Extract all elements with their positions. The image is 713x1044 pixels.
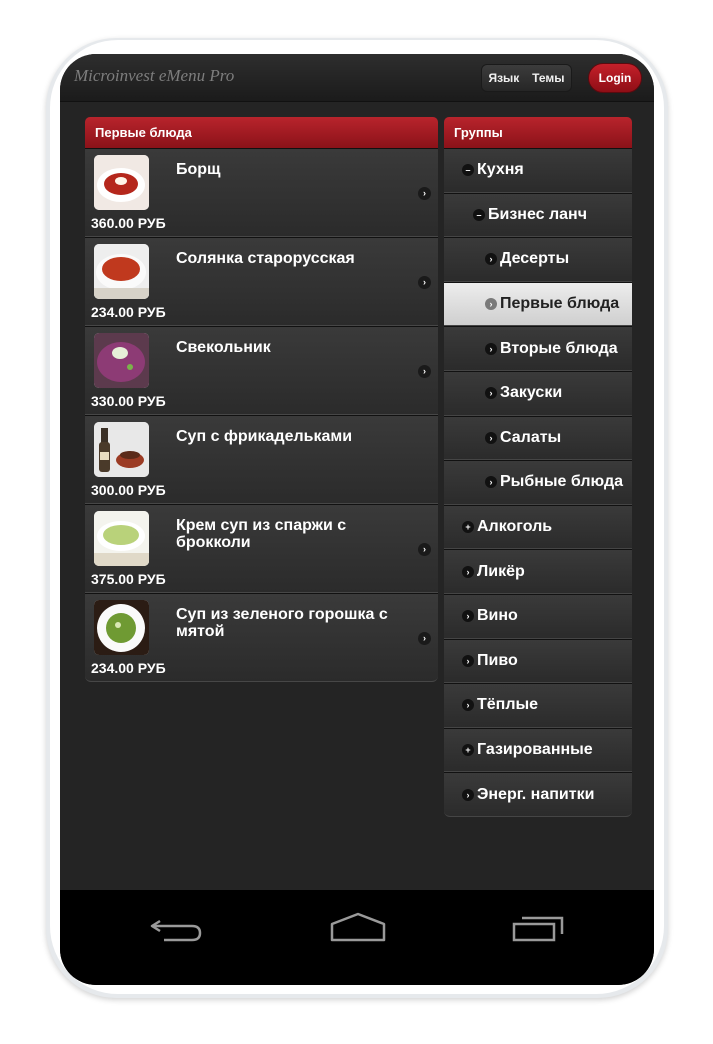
group-label: Закуски <box>500 384 563 402</box>
groups-panel: Группы – Кухня – Бизнес ланч › Десерты ›… <box>444 117 632 817</box>
dishes-panel: Первые блюда Борщ 360.00 РУБ › Солянка с… <box>85 117 438 682</box>
chevron-right-icon: › <box>418 187 431 200</box>
chevron-right-icon: › <box>485 253 497 266</box>
chevron-right-icon: › <box>462 565 474 578</box>
chevron-right-icon: › <box>485 342 497 355</box>
asparagus-soup-thumbnail <box>94 511 149 566</box>
dish-item[interactable]: Суп из зеленого горошка с мятой 234.00 Р… <box>85 593 438 682</box>
login-button[interactable]: Login <box>588 63 642 93</box>
group-item-fish-dishes[interactable]: › Рыбные блюда <box>444 460 632 505</box>
minus-icon: – <box>462 164 474 177</box>
group-label: Вторые блюда <box>500 339 618 357</box>
app-title: Microinvest eMenu Pro <box>74 66 235 85</box>
group-label: Энерг. напитки <box>477 785 595 803</box>
group-item-energy-drinks[interactable]: › Энерг. напитки <box>444 772 632 817</box>
group-item-main-courses[interactable]: › Вторые блюда <box>444 326 632 371</box>
chevron-right-icon: › <box>462 788 474 801</box>
top-bar: Microinvest eMenu Pro Язык Темы Login <box>60 54 654 102</box>
recent-apps-icon[interactable] <box>512 912 566 949</box>
group-item-kitchen[interactable]: – Кухня <box>444 148 632 193</box>
group-label: Первые блюда <box>500 295 620 313</box>
chevron-right-icon: › <box>485 387 497 400</box>
meatball-soup-thumbnail <box>94 422 149 477</box>
group-label: Салаты <box>500 428 562 446</box>
themes-button[interactable]: Темы <box>528 71 568 85</box>
pea-soup-thumbnail <box>94 600 149 655</box>
group-item-business-lunch[interactable]: – Бизнес ланч <box>444 192 632 238</box>
plus-icon: + <box>462 521 474 534</box>
solyanka-thumbnail <box>94 244 149 299</box>
dish-item[interactable]: Свекольник 330.00 РУБ › <box>85 326 438 415</box>
group-item-carbonated[interactable]: + Газированные <box>444 727 632 773</box>
group-label: Десерты <box>500 250 570 268</box>
minus-icon: – <box>473 208 485 221</box>
group-item-liqueur[interactable]: › Ликёр <box>444 549 632 594</box>
dish-price: 300.00 РУБ <box>91 482 166 498</box>
borscht-thumbnail <box>94 155 149 210</box>
dish-name: Крем суп из спаржи с брокколи <box>176 517 347 551</box>
group-item-wine[interactable]: › Вино <box>444 593 632 639</box>
dish-item[interactable]: Солянка старорусская 234.00 РУБ › <box>85 237 438 326</box>
dish-item[interactable]: Борщ 360.00 РУБ › <box>85 148 438 237</box>
chevron-right-icon: › <box>462 654 474 667</box>
system-nav-bar <box>60 890 654 985</box>
dish-price: 360.00 РУБ <box>91 215 166 231</box>
group-item-appetizers[interactable]: › Закуски <box>444 370 632 416</box>
group-label: Рыбные блюда <box>500 473 624 491</box>
dish-price: 375.00 РУБ <box>91 571 166 587</box>
chevron-right-icon: › <box>418 365 431 378</box>
chevron-right-icon: › <box>485 298 497 311</box>
chevron-right-icon: › <box>418 276 431 289</box>
group-label: Вино <box>477 607 518 625</box>
chevron-right-icon: › <box>485 476 497 489</box>
chevron-right-icon: › <box>418 543 431 556</box>
dish-price: 330.00 РУБ <box>91 393 166 409</box>
dish-price: 234.00 РУБ <box>91 660 166 676</box>
dish-name: Суп с фрикадельками <box>176 428 353 445</box>
group-label: Тёплые <box>477 696 539 714</box>
group-item-salads[interactable]: › Салаты <box>444 415 632 461</box>
group-label: Газированные <box>477 741 593 759</box>
app-screen: Microinvest eMenu Pro Язык Темы Login Пе… <box>60 54 654 985</box>
dish-item[interactable]: Суп с фрикадельками 300.00 РУБ <box>85 415 438 504</box>
home-icon[interactable] <box>330 912 386 949</box>
group-item-warm[interactable]: › Тёплые <box>444 683 632 728</box>
group-label: Кухня <box>477 161 524 179</box>
back-icon[interactable] <box>150 912 204 949</box>
group-item-alcohol[interactable]: + Алкоголь <box>444 504 632 550</box>
dishes-panel-title: Первые блюда <box>85 117 438 148</box>
group-label: Ликёр <box>477 562 525 580</box>
plus-icon: + <box>462 744 474 757</box>
chevron-right-icon: › <box>462 699 474 712</box>
chevron-right-icon: › <box>462 610 474 623</box>
group-label: Пиво <box>477 651 518 669</box>
svekolnik-thumbnail <box>94 333 149 388</box>
group-item-first-courses[interactable]: › Первые блюда <box>444 281 632 327</box>
groups-panel-title: Группы <box>444 117 632 148</box>
dish-name: Борщ <box>176 161 221 178</box>
dish-name: Свекольник <box>176 339 271 356</box>
group-label: Алкоголь <box>477 518 553 536</box>
group-item-desserts[interactable]: › Десерты <box>444 237 632 282</box>
chevron-right-icon: › <box>418 632 431 645</box>
group-item-beer[interactable]: › Пиво <box>444 638 632 684</box>
language-theme-group: Язык Темы <box>481 64 572 92</box>
language-button[interactable]: Язык <box>484 71 523 85</box>
group-label: Бизнес ланч <box>488 205 587 223</box>
dish-item[interactable]: Крем суп из спаржи с брокколи 375.00 РУБ… <box>85 504 438 593</box>
chevron-right-icon: › <box>485 431 497 444</box>
dish-price: 234.00 РУБ <box>91 304 166 320</box>
dish-name: Суп из зеленого горошка с мятой <box>176 606 388 640</box>
dish-name: Солянка старорусская <box>176 250 355 267</box>
